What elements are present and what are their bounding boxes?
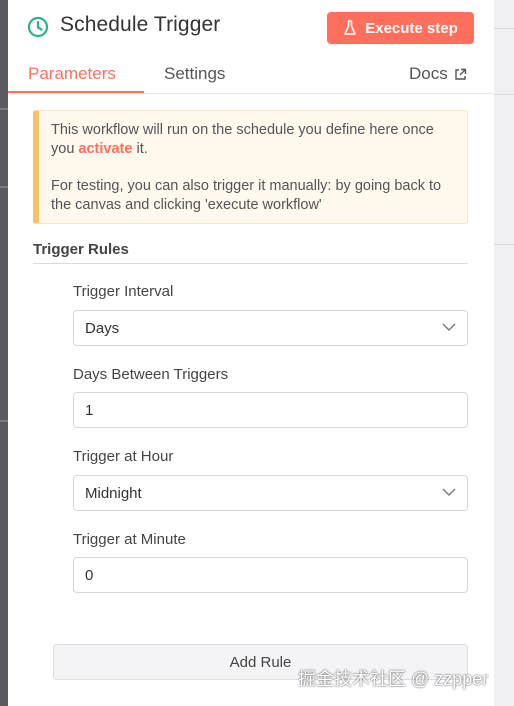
days-between-value: 1 [85, 401, 94, 419]
trigger-hour-value: Midnight [85, 484, 142, 502]
edge-mark [494, 94, 514, 95]
tab-settings[interactable]: Settings [164, 64, 225, 84]
tabs-divider [8, 93, 494, 94]
execute-step-label: Execute step [365, 19, 458, 37]
tab-docs[interactable]: Docs [409, 64, 467, 84]
activation-notice: This workflow will run on the schedule y… [33, 110, 468, 224]
tab-parameters[interactable]: Parameters [28, 64, 116, 84]
edge-mark [0, 108, 8, 110]
canvas-edge-right [494, 0, 514, 706]
docs-label: Docs [409, 64, 448, 83]
edge-mark [494, 244, 514, 245]
trigger-minute-input[interactable]: 0 [73, 557, 468, 593]
trigger-minute-label: Trigger at Minute [73, 531, 186, 548]
notice-text-2: For testing, you can also trigger it man… [51, 178, 442, 213]
canvas-edge-left [0, 0, 8, 706]
section-divider [33, 263, 468, 264]
panel-title: Schedule Trigger [60, 13, 221, 36]
flask-icon [344, 20, 357, 35]
trigger-hour-label: Trigger at Hour [73, 448, 174, 465]
chevron-down-icon [442, 323, 456, 331]
notice-text-1: This workflow will run on the schedule y… [51, 121, 456, 159]
trigger-rules-title: Trigger Rules [33, 241, 129, 258]
external-link-icon [455, 68, 466, 80]
edge-mark [0, 186, 8, 188]
edge-mark [0, 420, 8, 422]
trigger-minute-value: 0 [85, 566, 94, 584]
trigger-interval-value: Days [85, 319, 120, 337]
panel-header: Schedule Trigger Execute step [8, 0, 494, 56]
panel-tabs: Parameters Settings Docs [8, 56, 494, 94]
clock-icon [27, 16, 49, 38]
activate-link[interactable]: activate [78, 141, 132, 157]
trigger-hour-select[interactable]: Midnight [73, 475, 468, 511]
days-between-input[interactable]: 1 [73, 392, 468, 428]
trigger-interval-label: Trigger Interval [73, 283, 174, 300]
days-between-label: Days Between Triggers [73, 366, 229, 383]
chevron-down-icon [442, 488, 456, 496]
execute-step-button[interactable]: Execute step [327, 12, 474, 44]
notice-line1-suffix: it. [132, 141, 148, 157]
watermark: 掘金技术社区 @ zzpper [298, 669, 489, 689]
trigger-interval-select[interactable]: Days [73, 310, 468, 346]
edge-mark [494, 28, 514, 29]
node-settings-panel: Schedule Trigger Execute step Parameters… [8, 0, 494, 706]
